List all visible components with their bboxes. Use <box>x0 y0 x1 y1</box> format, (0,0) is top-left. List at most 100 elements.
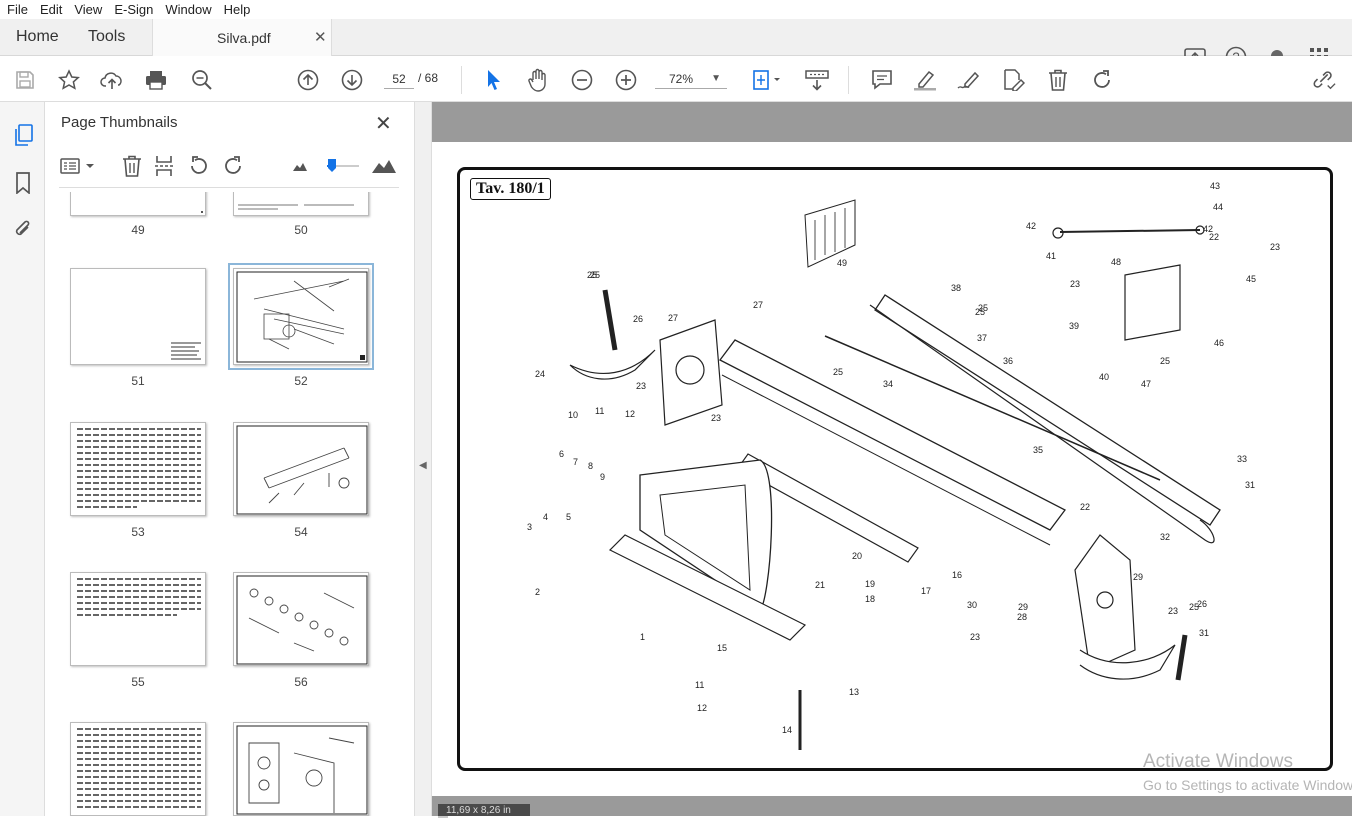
menu-file[interactable]: File <box>7 2 28 17</box>
tab-tools[interactable]: Tools <box>88 28 125 46</box>
callout-number: 3 <box>527 522 532 532</box>
zoom-level-dropdown[interactable]: 72% ▼ <box>655 69 727 89</box>
menu-esign[interactable]: E-Sign <box>114 2 153 17</box>
menu-view[interactable]: View <box>74 2 102 17</box>
highlight-pen-icon[interactable] <box>913 68 937 92</box>
thumbnail-size-slider[interactable] <box>323 154 363 178</box>
callout-number: 5 <box>566 512 571 522</box>
callout-number: 25 <box>833 367 843 377</box>
left-navigation-rail <box>0 102 45 816</box>
delete-trash-icon[interactable] <box>1046 68 1070 92</box>
callout-number: 28 <box>1017 612 1027 622</box>
callout-number: 9 <box>600 472 605 482</box>
next-page-icon[interactable] <box>340 68 364 92</box>
thumbnail-label: 52 <box>294 374 308 388</box>
callout-number: 6 <box>559 449 564 459</box>
callout-number: 41 <box>1046 251 1056 261</box>
callout-number: 19 <box>865 579 875 589</box>
callout-number: 42 <box>1203 224 1213 234</box>
page-thumbnail-56[interactable] <box>233 572 369 666</box>
zoom-in-icon[interactable] <box>614 68 638 92</box>
decal-part <box>804 199 856 268</box>
gear-plate-part <box>1074 534 1136 671</box>
page-thumbnail-55[interactable] <box>70 572 206 666</box>
previous-page-icon[interactable] <box>296 68 320 92</box>
callout-number: 47 <box>1141 379 1151 389</box>
collapse-panel-handle[interactable]: ◀ <box>415 102 432 816</box>
rotate-clockwise-icon[interactable] <box>221 154 245 178</box>
pdf-page: Tav. 180/1 1 2 3 4 5 6 7 8 9 10 11 12 11 12 13 14 15 16 17… <box>432 142 1352 796</box>
callout-number: 14 <box>782 725 792 735</box>
hand-tool-icon[interactable] <box>526 68 550 92</box>
close-panel-icon[interactable]: ✕ <box>375 111 392 136</box>
toolbar-divider <box>461 66 462 94</box>
page-thumbnail-58[interactable] <box>233 722 369 816</box>
delete-pages-icon[interactable] <box>120 154 144 178</box>
callout-number: 23 <box>970 632 980 642</box>
page-thumbnail-52[interactable] <box>228 263 374 370</box>
page-thumbnail-49[interactable] <box>70 192 206 216</box>
callout-number: 46 <box>1214 338 1224 348</box>
page-thumbnail-57[interactable] <box>70 722 206 816</box>
callout-number: 31 <box>1245 480 1255 490</box>
lever-part <box>1175 634 1188 681</box>
comment-icon[interactable] <box>870 68 894 92</box>
extract-pages-icon[interactable] <box>152 154 176 178</box>
share-link-icon[interactable] <box>1312 68 1336 92</box>
large-thumbnail-mountain-icon <box>371 154 397 178</box>
scroll-mode-icon[interactable] <box>805 68 829 92</box>
thumbnail-label: 56 <box>294 675 308 689</box>
callout-number: 18 <box>865 594 875 604</box>
callout-number: 39 <box>1069 321 1079 331</box>
callout-number: 40 <box>1099 372 1109 382</box>
callout-number: 1 <box>640 632 645 642</box>
callout-number: 34 <box>883 379 893 389</box>
zoom-out-icon[interactable] <box>570 68 594 92</box>
page-number-input[interactable]: 52 <box>384 69 414 89</box>
draw-signature-icon[interactable] <box>957 68 981 92</box>
page-thumbnails-icon[interactable] <box>11 124 35 148</box>
bookmark-star-icon[interactable] <box>57 68 81 92</box>
activation-watermark-subtitle: Go to Settings to activate Windows. <box>1143 777 1352 793</box>
print-icon[interactable] <box>144 68 168 92</box>
callout-number: 36 <box>1003 356 1013 366</box>
rotate-counterclockwise-icon[interactable] <box>187 154 211 178</box>
callout-number: 8 <box>588 461 593 471</box>
bookmarks-icon[interactable] <box>11 171 35 195</box>
callout-number: 16 <box>952 570 962 580</box>
callout-number: 11 <box>695 680 704 690</box>
select-cursor-icon[interactable] <box>482 68 506 92</box>
thumbnail-label: 55 <box>131 675 145 689</box>
page-size-indicator: 11,69 x 8,26 in <box>438 804 530 816</box>
menu-edit[interactable]: Edit <box>40 2 62 17</box>
page-thumbnail-50[interactable] <box>233 192 369 216</box>
page-thumbnail-54[interactable] <box>233 422 369 516</box>
callout-number: 13 <box>849 687 859 697</box>
document-view: Tav. 180/1 1 2 3 4 5 6 7 8 9 10 11 12 11 12 13 14 15 16 17… <box>432 102 1352 816</box>
callout-number: 38 <box>951 283 961 293</box>
edit-pdf-icon[interactable] <box>1001 68 1025 92</box>
callout-number: 31 <box>1199 628 1209 638</box>
zoom-search-icon[interactable] <box>190 68 214 92</box>
upload-cloud-icon[interactable] <box>100 68 124 92</box>
page-thumbnail-53[interactable] <box>70 422 206 516</box>
callout-number: 2 <box>535 587 540 597</box>
callout-number: 23 <box>636 381 646 391</box>
menu-bar: File Edit View E-Sign Window Help <box>0 0 1352 19</box>
callout-number: 45 <box>1246 274 1256 284</box>
save-icon[interactable] <box>13 68 37 92</box>
page-thumbnail-51[interactable] <box>70 268 206 365</box>
tab-document[interactable]: Silva.pdf ✕ <box>152 19 332 56</box>
thumbnail-options-icon[interactable] <box>60 154 96 178</box>
rotate-clockwise-icon[interactable] <box>1090 68 1114 92</box>
callout-number: 23 <box>711 413 721 423</box>
menu-window[interactable]: Window <box>165 2 211 17</box>
fit-page-icon[interactable] <box>750 68 784 92</box>
attachments-paperclip-icon[interactable] <box>11 217 35 241</box>
close-tab-icon[interactable]: ✕ <box>314 28 327 46</box>
panel-divider <box>59 187 399 188</box>
menu-help[interactable]: Help <box>224 2 251 17</box>
tab-home[interactable]: Home <box>16 28 59 46</box>
main-toolbar: 52 / 68 72% ▼ <box>0 56 1352 102</box>
callout-number: 17 <box>921 586 931 596</box>
